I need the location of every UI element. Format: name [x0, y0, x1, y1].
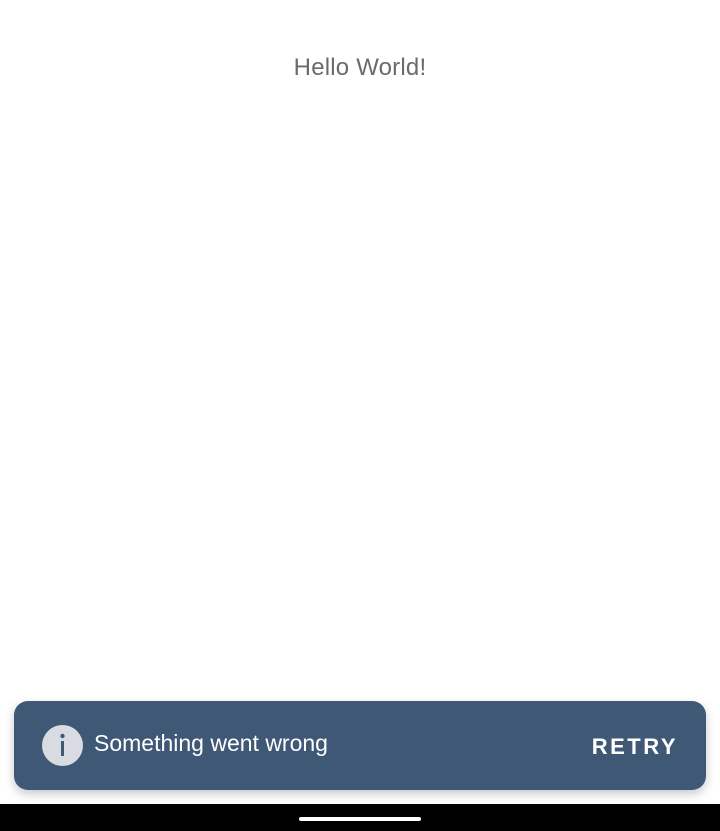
greeting-text: Hello World! — [293, 54, 427, 81]
system-navigation-bar — [0, 804, 720, 831]
home-gesture-handle[interactable] — [299, 817, 421, 821]
snackbar-message: Something went wrong — [94, 730, 328, 756]
retry-button[interactable]: RETRY — [592, 734, 678, 760]
error-snackbar: Something went wrong RETRY — [14, 701, 706, 790]
app-screen: Hello World! Something went wrong RETRY — [0, 0, 720, 804]
info-icon — [42, 725, 83, 766]
